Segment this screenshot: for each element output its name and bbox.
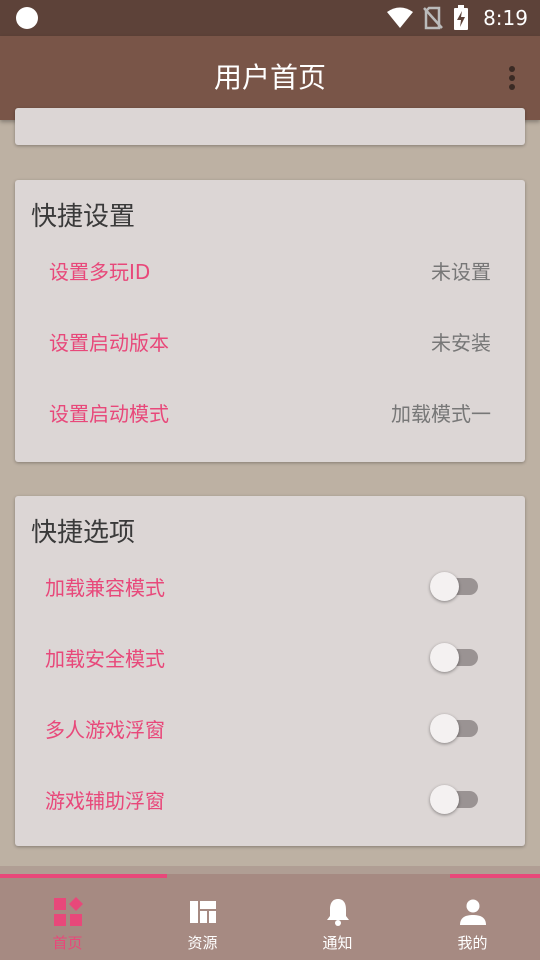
setting-label: 设置启动版本 [49,331,169,355]
option-row-multiplayer-overlay: 多人游戏浮窗 [15,698,525,758]
quick-options-title: 快捷选项 [31,518,136,548]
option-row-game-assist-overlay: 游戏辅助浮窗 [15,769,525,829]
home-grid-icon [52,896,84,928]
setting-label: 设置启动模式 [49,402,169,426]
option-label: 多人游戏浮窗 [45,718,165,742]
person-icon [457,896,489,928]
menu-dot-icon [509,75,515,81]
nav-label: 通知 [322,934,353,952]
setting-row-launch-version[interactable]: 设置启动版本 未安装 [15,311,525,371]
quick-settings-title: 快捷设置 [31,202,136,232]
setting-value: 加载模式一 [391,402,491,426]
nav-label: 首页 [52,934,83,952]
nav-label: 我的 [457,934,488,952]
setting-label: 设置多玩ID [49,260,151,284]
dashboard-icon [187,896,219,928]
menu-dot-icon [509,66,515,72]
nav-label: 资源 [187,934,218,952]
option-row-compat-mode: 加载兼容模式 [15,556,525,616]
bell-icon [322,896,354,928]
setting-value: 未安装 [431,331,491,355]
nav-item-notifications[interactable]: 通知 [270,874,405,960]
menu-dot-icon [509,84,515,90]
nav-item-resources[interactable]: 资源 [135,874,270,960]
partial-card [15,108,525,145]
game-assist-overlay-toggle[interactable] [430,785,480,814]
status-bar: 8:19 [0,0,540,36]
option-label: 加载兼容模式 [45,576,165,600]
option-label: 加载安全模式 [45,647,165,671]
safe-mode-toggle[interactable] [430,643,480,672]
quick-options-card: 快捷选项 加载兼容模式 加载安全模式 多人游戏浮窗 游戏辅助浮窗 [15,496,525,846]
option-row-safe-mode: 加载安全模式 [15,627,525,687]
nav-item-home[interactable]: 首页 [0,874,135,960]
notification-dot-icon [16,7,38,29]
quick-settings-card: 快捷设置 设置多玩ID 未设置 设置启动版本 未安装 设置启动模式 加载模式一 [15,180,525,462]
compat-mode-toggle[interactable] [430,572,480,601]
battery-charging-icon [454,5,469,30]
setting-row-launch-mode[interactable]: 设置启动模式 加载模式一 [15,382,525,442]
no-sim-icon [423,6,444,30]
clock: 8:19 [483,6,528,30]
option-label: 游戏辅助浮窗 [45,789,165,813]
nav-item-profile[interactable]: 我的 [405,874,540,960]
setting-value: 未设置 [431,260,491,284]
overflow-menu-button[interactable] [504,64,520,92]
status-icons: 8:19 [387,0,528,36]
wifi-icon [387,7,414,28]
multiplayer-overlay-toggle[interactable] [430,714,480,743]
setting-row-multiplayer-id[interactable]: 设置多玩ID 未设置 [15,240,525,300]
